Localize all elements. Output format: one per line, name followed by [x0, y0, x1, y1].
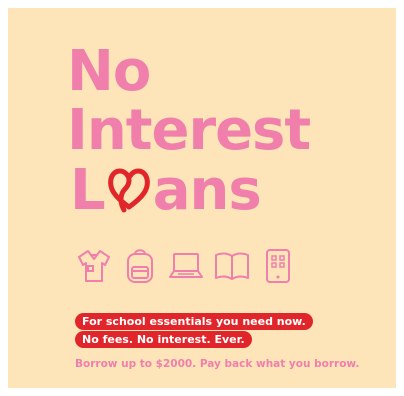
borrow-text: Borrow up to $2000. Pay back what you bo…	[75, 358, 360, 370]
headline-ans: ans	[152, 158, 262, 223]
shirt-icon	[74, 246, 114, 286]
headline-l: L	[70, 158, 106, 223]
book-icon	[212, 246, 252, 286]
headline-line-interest: Interest	[67, 98, 311, 163]
essentials-pill: For school essentials you need now.	[75, 313, 313, 330]
tablet-icon	[258, 246, 298, 286]
headline-line-no: No	[67, 39, 151, 104]
icon-row	[74, 246, 298, 286]
headline-line-loans: L ans	[70, 163, 262, 219]
poster: No Interest L ans For school essentials …	[8, 8, 396, 388]
no-fees-pill: No fees. No interest. Ever.	[75, 331, 252, 348]
heart-icon	[105, 163, 153, 215]
backpack-icon	[120, 246, 160, 286]
laptop-icon	[166, 246, 206, 286]
